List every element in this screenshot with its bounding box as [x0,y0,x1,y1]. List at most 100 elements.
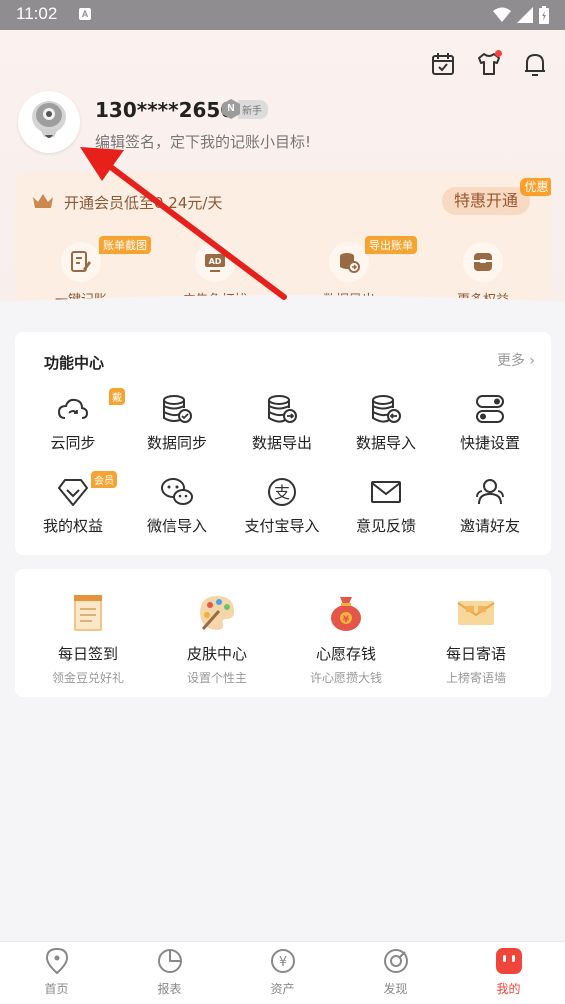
func-label: 支付宝导入 [244,517,320,535]
daily-subtitle: 许心愿攒大钱 [309,671,382,685]
users-icon [476,479,504,505]
daily-title: 皮肤中心 [186,645,247,663]
func-label: 我的权益 [42,517,103,535]
crown-icon [33,194,53,208]
function-center-title: 功能中心 [44,354,105,372]
func-label: 数据导入 [355,434,416,452]
palette-icon [200,596,235,630]
database-import-icon [372,395,401,423]
envelope-icon [457,601,495,625]
func-feedback[interactable]: 意见反馈 [334,475,438,536]
tab-label: 我的 [496,982,521,996]
func-label: 数据同步 [146,434,207,452]
diamond-icon [58,479,88,506]
func-label: 微信导入 [146,517,207,535]
func-label: 数据导出 [251,434,312,452]
daily-title: 心愿存钱 [315,645,376,663]
toggle-settings-icon [476,395,504,423]
wifi-icon [493,7,511,22]
signal-icon [517,7,533,23]
tab-label: 发现 [383,982,408,996]
tab-label: 资产 [270,982,295,996]
daily-wish-saving[interactable]: ¥ 心愿存钱 许心愿攒大钱 [281,591,411,686]
func-wechat-import[interactable]: 微信导入 [125,475,229,536]
tab-discover[interactable]: 发现 [339,946,452,997]
avatar-robot-icon [32,101,66,138]
mail-icon [371,481,401,503]
database-export-icon [268,395,297,423]
func-tag: 戴 [109,388,125,405]
alipay-icon: 支 [268,478,296,506]
daily-subtitle: 领金豆兑好礼 [51,671,124,685]
func-data-sync[interactable]: 数据同步 [125,392,229,453]
daily-skin-center[interactable]: 皮肤中心 设置个性主 [152,591,282,686]
daily-message[interactable]: 每日寄语 上榜寄语墙 [411,591,541,686]
level-badge[interactable]: N 新手 [222,98,268,120]
func-tag: 会员 [91,471,117,488]
svg-text:¥: ¥ [343,615,350,625]
tab-label: 首页 [44,982,69,996]
daily-title: 每日寄语 [445,645,506,663]
edit-note-icon [71,251,91,272]
database-sync-icon [163,395,192,423]
perk-tag: 账单截图 [99,236,151,254]
ad-block-icon: AD [205,254,225,272]
func-data-import[interactable]: 数据导入 [334,392,438,453]
database-export-icon [340,253,360,273]
func-data-export[interactable]: 数据导出 [230,392,334,453]
yuan-coin-icon: ¥ [270,949,295,973]
username[interactable]: 130****2650 [95,98,234,122]
perk-tag: 导出账单 [365,236,417,254]
func-label: 邀请好友 [459,517,520,535]
calendar-note-icon [74,595,102,631]
status-bar: 11:02 A [0,0,565,30]
vip-open-button[interactable]: 特惠开通 [442,187,530,215]
func-cloud-sync[interactable]: 戴 云同步 [21,388,125,453]
daily-title: 每日签到 [57,645,118,663]
header-wave [0,295,565,330]
mine-face-icon [495,948,522,974]
tab-home[interactable]: 首页 [0,946,113,997]
func-quick-settings[interactable]: 快捷设置 [438,392,542,453]
home-pin-icon [45,947,68,975]
money-bag-icon: ¥ [331,597,361,631]
daily-subtitle: 设置个性主 [186,671,247,685]
compass-icon [383,949,408,973]
avatar[interactable] [18,91,80,153]
func-alipay-import[interactable]: 支 支付宝导入 [230,475,334,536]
wechat-icon [161,478,193,505]
svg-text:支: 支 [274,483,290,502]
tab-mine[interactable]: 我的 [452,946,565,997]
pie-chart-icon [157,949,182,973]
function-more-link[interactable]: 更多 › [497,350,535,370]
daily-checkin[interactable]: 每日签到 领金豆兑好礼 [23,591,153,686]
bell-icon[interactable] [521,50,549,78]
level-text: 新手 [238,99,268,119]
func-my-rights[interactable]: 会员 我的权益 [21,471,125,536]
daily-subtitle: 上榜寄语墙 [445,671,506,685]
cloud-sync-icon [57,398,89,419]
status-time: 11:02 [16,4,58,23]
func-label: 云同步 [50,434,96,452]
notification-dot [495,50,502,57]
more-rights-box-icon [474,253,492,271]
func-label: 意见反馈 [355,517,416,535]
bottom-tab-bar: 首页 报表 ¥ 资产 发现 我的 [0,941,565,1004]
func-invite-friends[interactable]: 邀请好友 [438,475,542,536]
chevron-right-icon: › [529,353,535,369]
svg-text:¥: ¥ [278,955,286,970]
daily-activities-card: 每日签到 领金豆兑好礼 皮肤中心 设置个性主 ¥ 心愿存钱 许心愿攒大钱 每日寄… [15,569,551,697]
tab-assets[interactable]: ¥ 资产 [226,946,339,997]
function-center-card: 功能中心 更多 › 戴 云同步 数据同步 数据导出 数据导入 快捷设置 会员 我… [15,332,551,555]
skin-shirt-icon[interactable] [475,50,503,78]
system-icons [493,6,549,24]
svg-text:AD: AD [209,257,222,266]
func-label: 快捷设置 [459,434,520,452]
notification-icon: A [79,8,91,20]
promo-tag: 优惠 [520,178,551,196]
signature[interactable]: 编辑签名，定下我的记账小目标! [95,131,311,152]
tab-label: 报表 [157,982,182,996]
tab-reports[interactable]: 报表 [113,946,226,997]
vip-promo-text: 开通会员低至0.24元/天 [64,194,223,212]
calendar-icon[interactable] [429,50,457,78]
